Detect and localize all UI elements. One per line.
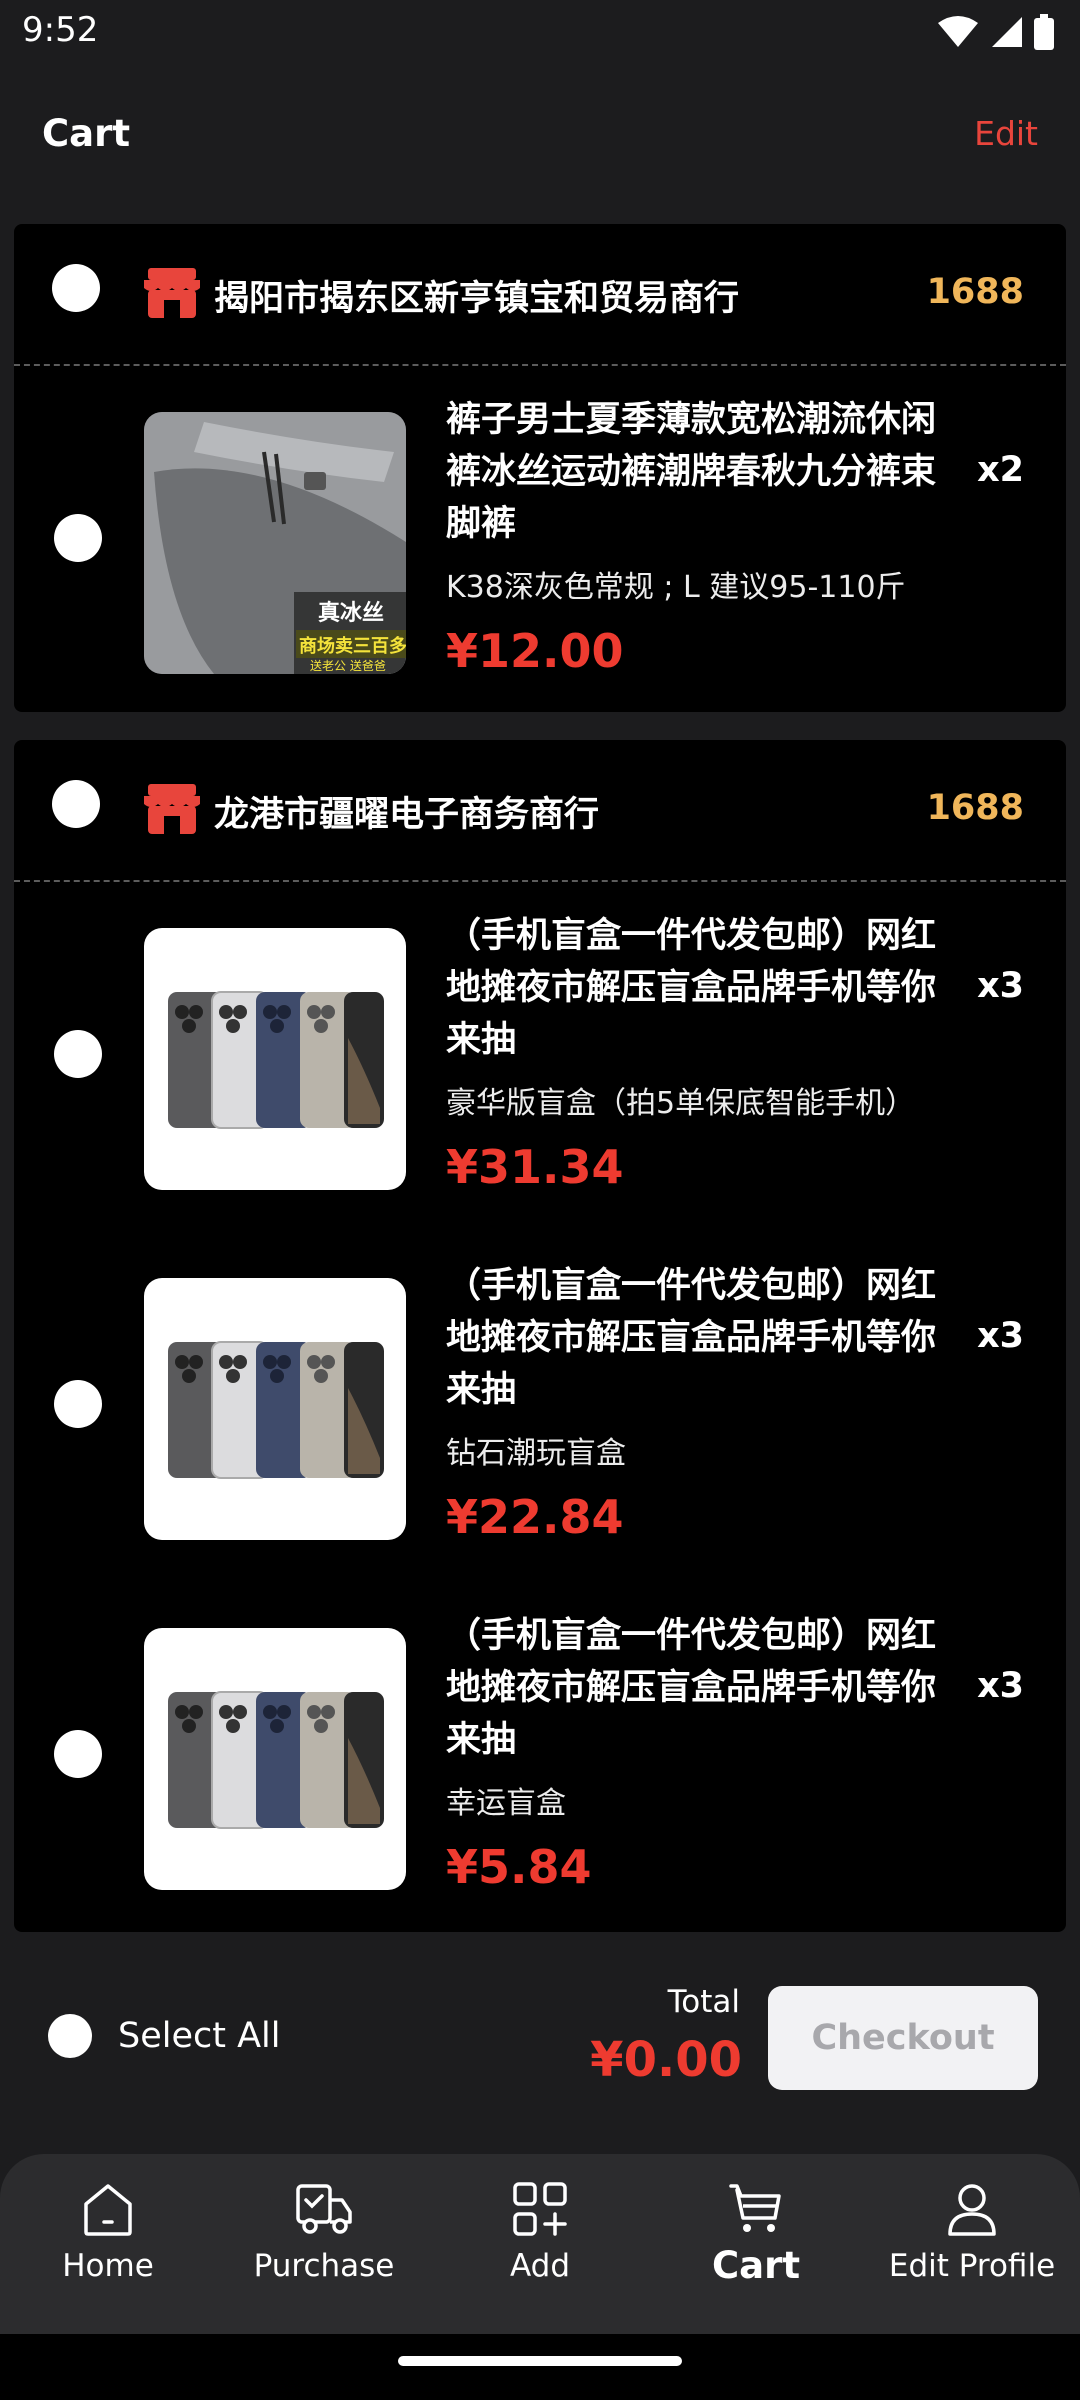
product-image[interactable] (144, 1628, 406, 1890)
header: Cart Edit (0, 66, 1080, 206)
item-variant: 幸运盲盒 (446, 1786, 566, 1821)
item-select-radio[interactable] (54, 1730, 102, 1778)
add-grid-icon (513, 2182, 567, 2236)
item-variant: 豪华版盲盒（拍5单保底智能手机） (446, 1086, 916, 1121)
store-icon (144, 268, 200, 318)
nav-label-home: Home (62, 2248, 154, 2284)
item-variant: K38深灰色常规 ; L 建议95-110斤 (446, 570, 906, 605)
home-gesture-handle[interactable] (398, 2356, 682, 2366)
battery-icon (1034, 14, 1054, 50)
nav-label-purchase: Purchase (253, 2248, 395, 2284)
shop-select-radio[interactable] (52, 264, 100, 312)
shop-select-radio[interactable] (52, 780, 100, 828)
checkout-button[interactable]: Checkout (768, 1986, 1038, 2090)
wifi-icon (938, 16, 978, 47)
product-image[interactable] (144, 1278, 406, 1540)
profile-icon (948, 2184, 996, 2236)
product-image[interactable]: 真冰丝 商场卖三百多 送老公 送爸爸 (144, 412, 406, 674)
item-select-radio[interactable] (54, 514, 102, 562)
image-caption-sub: 商场卖三百多 (299, 635, 406, 657)
select-all-radio[interactable] (48, 2014, 92, 2058)
page-title: Cart (42, 112, 131, 155)
shop-header: 龙港市疆曜电子商务商行 1688 (14, 740, 1066, 882)
item-select-radio[interactable] (54, 1030, 102, 1078)
status-icons (938, 14, 1054, 50)
cart-list: 揭阳市揭东区新亨镇宝和贸易商行 1688 真冰丝 商场卖三百多 送老公 送爸爸 … (14, 224, 1066, 1960)
truck-icon (296, 2184, 352, 2234)
cart-item[interactable]: （手机盲盒一件代发包邮）网红地摊夜市解压盲盒品牌手机等你来抽 豪华版盲盒（拍5单… (14, 882, 1066, 1232)
nav-item-edit-profile[interactable]: Edit Profile (872, 2180, 1072, 2284)
store-icon (144, 784, 200, 834)
cart-item[interactable]: （手机盲盒一件代发包邮）网红地摊夜市解压盲盒品牌手机等你来抽 幸运盲盒 ¥5.8… (14, 1582, 1066, 1932)
bottom-nav: Home Purchase Add Cart Edit Profile (0, 2154, 1080, 2334)
item-title[interactable]: （手机盲盒一件代发包邮）网红地摊夜市解压盲盒品牌手机等你来抽 (446, 910, 956, 1066)
shop-header: 揭阳市揭东区新亨镇宝和贸易商行 1688 (14, 224, 1066, 366)
gesture-area (0, 2334, 1080, 2400)
shop-name[interactable]: 揭阳市揭东区新亨镇宝和贸易商行 (214, 270, 739, 321)
shop-source-badge: 1688 (926, 272, 1024, 312)
signal-icon (992, 17, 1022, 47)
image-caption-small: 送老公 送爸爸 (310, 658, 386, 673)
nav-item-add[interactable]: Add (440, 2180, 640, 2284)
image-caption-main: 真冰丝 (318, 600, 384, 626)
cart-item[interactable]: （手机盲盒一件代发包邮）网红地摊夜市解压盲盒品牌手机等你来抽 钻石潮玩盲盒 ¥2… (14, 1232, 1066, 1582)
item-quantity: x3 (977, 1666, 1024, 1706)
nav-item-home[interactable]: Home (8, 2180, 208, 2284)
item-quantity: x3 (977, 966, 1024, 1006)
shop-card: 揭阳市揭东区新亨镇宝和贸易商行 1688 真冰丝 商场卖三百多 送老公 送爸爸 … (14, 224, 1066, 712)
edit-button[interactable]: Edit (974, 114, 1038, 153)
item-title[interactable]: （手机盲盒一件代发包邮）网红地摊夜市解压盲盒品牌手机等你来抽 (446, 1260, 956, 1416)
status-bar: 9:52 (0, 0, 1080, 66)
item-quantity: x2 (977, 450, 1024, 490)
total-amount: ¥0.00 (590, 2032, 742, 2088)
shop-card: 龙港市疆曜电子商务商行 1688 （手机盲盒一件代发包邮）网红地摊夜市解压盲盒品… (14, 740, 1066, 1932)
nav-label-cart: Cart (711, 2244, 801, 2287)
total-label: Total (667, 1984, 740, 2020)
cart-item[interactable]: 真冰丝 商场卖三百多 送老公 送爸爸 裤子男士夏季薄款宽松潮流休闲裤冰丝运动裤潮… (14, 366, 1066, 712)
shop-name[interactable]: 龙港市疆曜电子商务商行 (214, 786, 599, 837)
item-variant: 钻石潮玩盲盒 (446, 1436, 626, 1471)
nav-label-add: Add (509, 2248, 571, 2284)
cart-icon (729, 2184, 781, 2232)
status-time: 9:52 (22, 10, 99, 50)
item-quantity: x3 (977, 1316, 1024, 1356)
item-price: ¥22.84 (446, 1490, 624, 1544)
shop-source-badge: 1688 (926, 788, 1024, 828)
item-select-radio[interactable] (54, 1380, 102, 1428)
item-title[interactable]: 裤子男士夏季薄款宽松潮流休闲裤冰丝运动裤潮牌春秋九分裤束脚裤 (446, 394, 956, 550)
item-price: ¥12.00 (446, 624, 624, 678)
item-price: ¥5.84 (446, 1840, 592, 1894)
nav-item-purchase[interactable]: Purchase (224, 2180, 424, 2284)
select-all-label[interactable]: Select All (118, 2016, 281, 2056)
nav-label-edit-profile: Edit Profile (888, 2248, 1056, 2284)
item-title[interactable]: （手机盲盒一件代发包邮）网红地摊夜市解压盲盒品牌手机等你来抽 (446, 1610, 956, 1766)
home-icon (84, 2184, 132, 2236)
product-image[interactable] (144, 928, 406, 1190)
item-price: ¥31.34 (446, 1140, 624, 1194)
checkout-bar: Select All Total ¥0.00 Checkout (0, 1940, 1080, 2090)
nav-item-cart[interactable]: Cart (656, 2180, 856, 2287)
